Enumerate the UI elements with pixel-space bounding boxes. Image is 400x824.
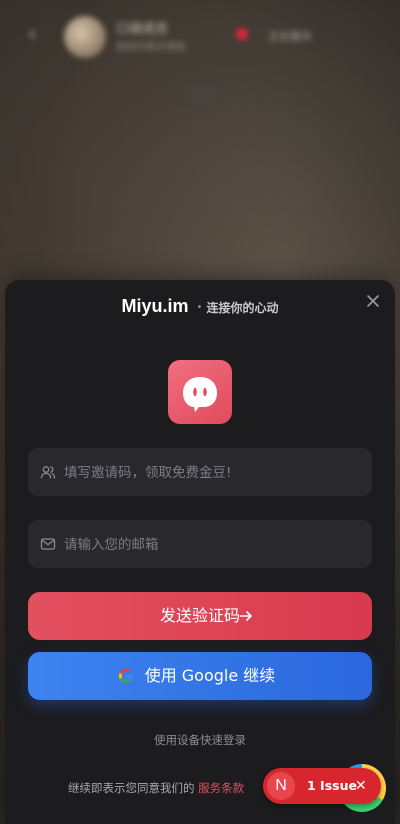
chat-header: ‹ 口袋成员 她很好聊天噢她 正在聊天 bbox=[0, 0, 400, 70]
status-dot bbox=[236, 28, 248, 40]
users-icon bbox=[40, 466, 56, 479]
contact-subtitle: 她很好聊天噢她 bbox=[116, 42, 186, 53]
back-arrow-icon: ‹ bbox=[28, 22, 37, 47]
email-input[interactable] bbox=[62, 520, 366, 570]
close-icon[interactable]: ✕ bbox=[355, 768, 367, 804]
login-modal: Miyu.im •连接你的心动 发送验证码 bbox=[5, 280, 395, 824]
google-icon bbox=[119, 669, 133, 683]
tagline: 连接你的心动 bbox=[206, 301, 279, 315]
arrow-right-icon bbox=[239, 611, 252, 621]
close-icon[interactable] bbox=[365, 293, 381, 309]
app-logo bbox=[168, 360, 232, 424]
nextjs-icon: N bbox=[267, 772, 295, 800]
avatar bbox=[64, 16, 106, 58]
mail-icon bbox=[40, 538, 56, 550]
invite-code-input[interactable] bbox=[62, 448, 366, 498]
contact-name: 口袋成员 bbox=[116, 22, 169, 37]
terms-of-service-link[interactable]: 服务条款 bbox=[198, 781, 244, 795]
send-code-label: 发送验证码 bbox=[159, 606, 240, 625]
send-code-button[interactable]: 发送验证码 bbox=[28, 592, 372, 640]
chat-status: 正在聊天 bbox=[268, 30, 312, 43]
issue-badge[interactable]: N 1 Issue ✕ bbox=[263, 768, 381, 804]
terms-notice: 继续即表示您同意我们的 服务条款 bbox=[68, 780, 244, 796]
time-pill bbox=[186, 88, 216, 102]
terms-prefix: 继续即表示您同意我们的 bbox=[68, 781, 195, 795]
device-login-link[interactable]: 使用设备快速登录 bbox=[5, 732, 395, 748]
email-field bbox=[28, 520, 372, 570]
invite-code-field bbox=[28, 448, 372, 498]
modal-title: Miyu.im • 连接你的心动 bbox=[5, 296, 395, 317]
google-continue-label: 使用 Google 继续 bbox=[144, 666, 276, 685]
issue-count-label[interactable]: 1 Issue bbox=[307, 768, 357, 804]
brand-name: Miyu.im bbox=[121, 296, 189, 316]
title-separator: • bbox=[196, 302, 203, 313]
google-continue-button[interactable]: 使用 Google 继续 bbox=[28, 652, 372, 700]
